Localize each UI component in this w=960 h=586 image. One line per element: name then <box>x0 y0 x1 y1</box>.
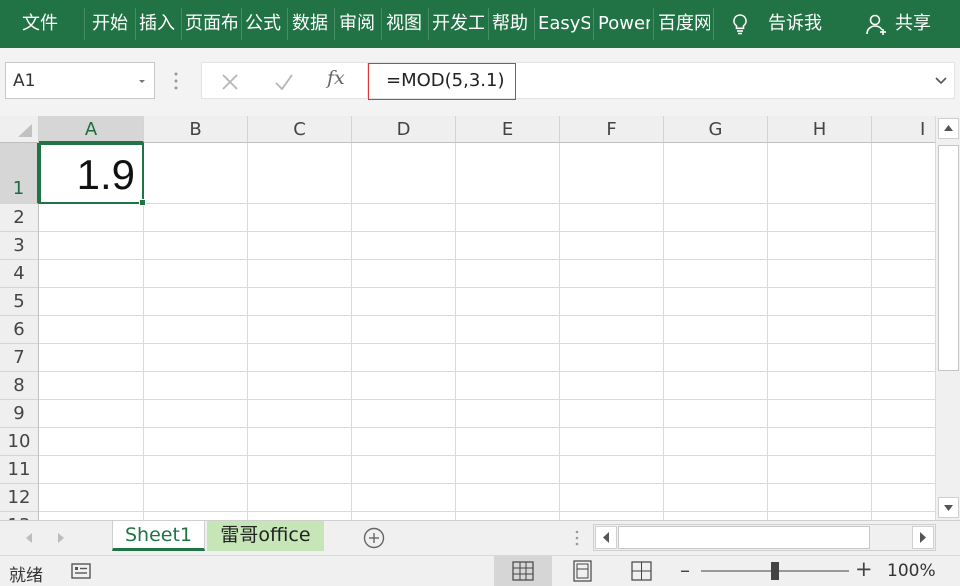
worksheet-grid[interactable]: A B C D E F G H I 1 2 3 4 5 6 7 8 9 10 1… <box>0 116 935 520</box>
column-header-c[interactable]: C <box>248 116 352 143</box>
tab-data[interactable]: 数据 <box>292 0 330 48</box>
prev-sheet-icon[interactable] <box>24 532 34 544</box>
tab-insert[interactable]: 插入 <box>139 0 177 48</box>
vertical-scrollbar[interactable] <box>935 116 960 520</box>
tab-review[interactable]: 审阅 <box>339 0 377 48</box>
column-header-i[interactable]: I <box>872 116 935 143</box>
status-bar: 就绪 – + 100% <box>0 555 960 586</box>
column-header-h[interactable]: H <box>768 116 872 143</box>
column-header-e[interactable]: E <box>456 116 560 143</box>
column-header-d[interactable]: D <box>352 116 456 143</box>
row-header-11[interactable]: 11 <box>0 456 39 484</box>
page-break-view-button[interactable] <box>612 556 670 586</box>
fill-handle[interactable] <box>139 199 146 206</box>
more-options-icon[interactable] <box>172 70 180 92</box>
chevron-down-icon[interactable] <box>137 76 147 86</box>
select-all-corner[interactable] <box>0 116 39 143</box>
add-sheet-icon[interactable] <box>363 527 385 549</box>
triangle-up-icon <box>944 125 953 131</box>
triangle-right-icon <box>920 532 926 543</box>
row-header-10[interactable]: 10 <box>0 428 39 456</box>
row-header-2[interactable]: 2 <box>0 204 39 232</box>
formula-text: =MOD(5,3.1) <box>386 70 505 91</box>
next-sheet-icon[interactable] <box>56 532 66 544</box>
tab-baidu[interactable]: 百度网 <box>658 0 710 48</box>
zoom-out-button[interactable]: – <box>680 558 690 582</box>
page-break-icon <box>631 561 652 581</box>
tab-file[interactable]: 文件 <box>22 0 64 48</box>
horizontal-scrollbar[interactable] <box>593 524 936 551</box>
sheet-tab-leige-office[interactable]: 雷哥office <box>207 521 324 551</box>
cancel-icon[interactable] <box>219 71 241 93</box>
row-header-5[interactable]: 5 <box>0 288 39 316</box>
tell-me-search[interactable]: 告诉我 <box>768 0 828 48</box>
formula-bar: A1 fx =MOD(5,3.1) <box>0 48 960 116</box>
normal-view-icon <box>512 561 534 581</box>
tab-formulas[interactable]: 公式 <box>245 0 283 48</box>
zoom-level[interactable]: 100% <box>887 561 936 581</box>
tab-help[interactable]: 帮助 <box>492 0 530 48</box>
triangle-down-icon <box>944 505 953 511</box>
column-header-a[interactable]: A <box>39 116 144 143</box>
column-header-g[interactable]: G <box>664 116 768 143</box>
name-box[interactable]: A1 <box>5 62 155 99</box>
normal-view-button[interactable] <box>494 556 552 586</box>
cell-a1-value: 1.9 <box>76 151 135 198</box>
row-header-8[interactable]: 8 <box>0 372 39 400</box>
insert-function-button[interactable]: fx <box>327 67 345 89</box>
scroll-up-button[interactable] <box>938 118 959 139</box>
zoom-in-button[interactable]: + <box>855 557 873 581</box>
row-header-1[interactable]: 1 <box>0 143 39 204</box>
sheet-tabs-bar: Sheet1 雷哥office <box>0 520 960 555</box>
tab-developer[interactable]: 开发工 <box>432 0 484 48</box>
scroll-left-button[interactable] <box>595 526 617 549</box>
share-button[interactable]: 共享 <box>895 0 935 48</box>
row-header-12[interactable]: 12 <box>0 484 39 512</box>
macro-record-icon[interactable] <box>70 561 92 581</box>
enter-check-icon[interactable] <box>273 71 295 93</box>
sheet-tab-sheet1[interactable]: Sheet1 <box>112 521 205 551</box>
cell-a1[interactable]: 1.9 <box>39 143 146 206</box>
scroll-down-button[interactable] <box>938 497 959 518</box>
row-header-13[interactable]: 13 <box>0 512 39 520</box>
person-share-icon <box>866 14 886 35</box>
horizontal-scroll-thumb[interactable] <box>618 526 870 549</box>
row-header-4[interactable]: 4 <box>0 260 39 288</box>
page-layout-icon <box>573 560 592 582</box>
column-header-f[interactable]: F <box>560 116 664 143</box>
scroll-right-button[interactable] <box>912 526 934 549</box>
row-header-9[interactable]: 9 <box>0 400 39 428</box>
zoom-slider-thumb[interactable] <box>771 562 779 580</box>
name-box-value: A1 <box>13 71 36 91</box>
page-layout-view-button[interactable] <box>553 556 611 586</box>
triangle-left-icon <box>603 532 609 543</box>
row-header-6[interactable]: 6 <box>0 316 39 344</box>
column-header-b[interactable]: B <box>144 116 248 143</box>
tab-home[interactable]: 开始 <box>92 0 132 48</box>
vertical-scroll-thumb[interactable] <box>938 145 959 371</box>
expand-formula-bar-icon[interactable] <box>935 76 947 86</box>
tab-power[interactable]: Power <box>598 0 650 48</box>
ribbon-tabs: 文件 开始 插入 页面布 公式 数据 审阅 视图 开发工 帮助 EasySh P… <box>0 0 960 48</box>
lightbulb-icon <box>733 14 747 35</box>
tab-page-layout[interactable]: 页面布 <box>185 0 237 48</box>
formula-buttons: fx <box>201 62 367 99</box>
formula-input[interactable]: =MOD(5,3.1) <box>367 62 955 100</box>
row-header-3[interactable]: 3 <box>0 232 39 260</box>
status-ready: 就绪 <box>9 566 43 586</box>
tab-split-handle-icon[interactable] <box>574 529 580 547</box>
tab-easyshu[interactable]: EasySh <box>538 0 590 48</box>
tab-view[interactable]: 视图 <box>386 0 424 48</box>
row-header-7[interactable]: 7 <box>0 344 39 372</box>
